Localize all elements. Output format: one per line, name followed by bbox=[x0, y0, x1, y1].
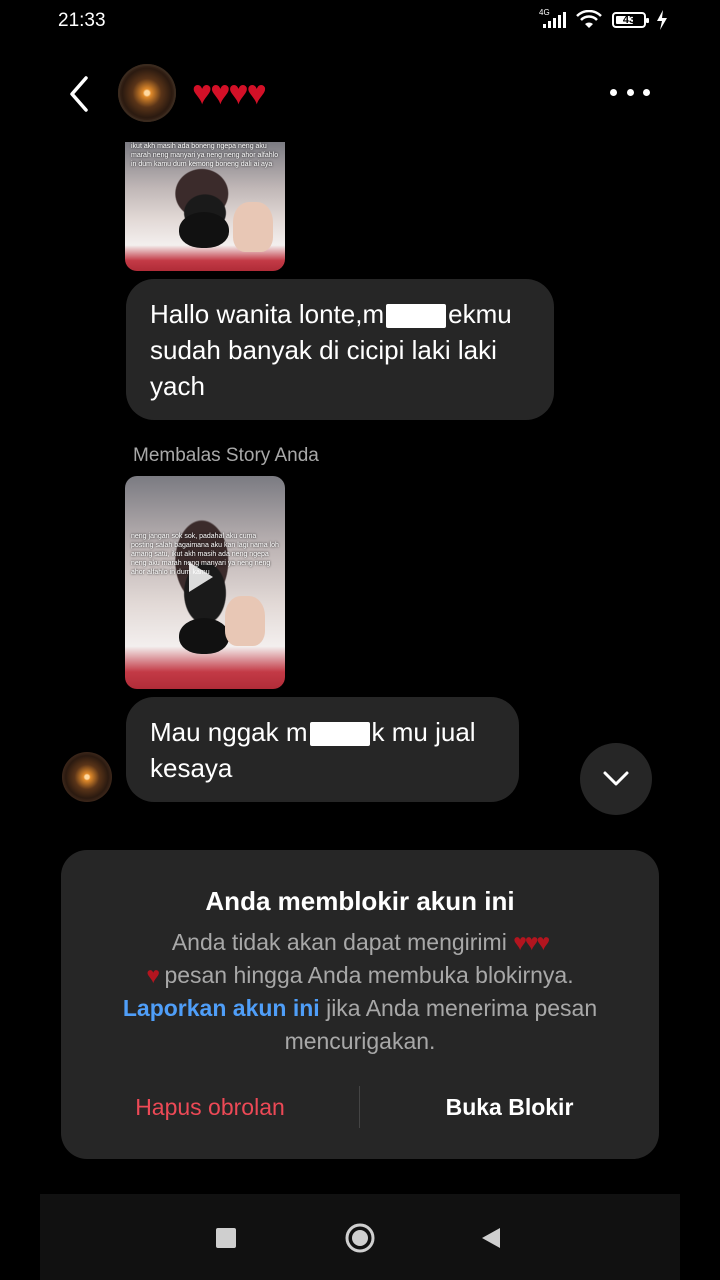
message-text: Mau nggak m bbox=[150, 717, 308, 747]
back-nav-button[interactable] bbox=[480, 1226, 502, 1250]
delete-chat-button[interactable]: Hapus obrolan bbox=[61, 1086, 359, 1128]
report-account-link[interactable]: Laporkan akun ini bbox=[123, 995, 320, 1021]
blocked-title: Anda memblokir akun ini bbox=[205, 886, 515, 916]
status-icons: 4G 43 bbox=[539, 8, 668, 30]
story-thumbnail[interactable]: neng jangan sok sok, padahal aku cuma po… bbox=[125, 476, 285, 689]
chevron-left-icon bbox=[70, 76, 88, 112]
back-button[interactable] bbox=[62, 72, 102, 116]
unblock-button[interactable]: Buka Blokir bbox=[360, 1086, 659, 1128]
censor-bar bbox=[309, 722, 370, 747]
heart-icon: ♥ bbox=[146, 962, 160, 988]
battery-icon: 43 bbox=[612, 12, 649, 28]
status-time: 21:33 bbox=[58, 10, 106, 31]
system-nav-bar bbox=[40, 1194, 680, 1280]
home-button[interactable] bbox=[344, 1222, 376, 1254]
story-hand bbox=[233, 202, 273, 252]
message-bubble[interactable]: Hallo wanita lonte,m ekmu sudah banyak di… bbox=[126, 279, 554, 420]
avatar[interactable] bbox=[118, 64, 176, 122]
story-hand bbox=[225, 596, 265, 646]
signal-icon: 4G bbox=[539, 8, 566, 28]
story-thumbnail[interactable]: ikut akh masih ada boneng ngepa neng aku… bbox=[125, 142, 285, 271]
reply-caption: Membalas Story Anda bbox=[133, 445, 319, 466]
charging-icon bbox=[657, 10, 667, 30]
blocked-panel: Anda memblokir akun ini Anda tidak akan … bbox=[61, 850, 659, 1159]
story-overlay-text: ikut akh masih ada boneng ngepa neng aku… bbox=[131, 143, 279, 168]
more-options-button[interactable] bbox=[610, 80, 650, 104]
scroll-down-button[interactable] bbox=[580, 743, 652, 815]
sender-avatar[interactable] bbox=[62, 752, 112, 802]
message-bubble[interactable]: Mau nggak mk mu jual kesaya bbox=[126, 697, 519, 802]
contact-name[interactable]: ♥♥♥♥ bbox=[192, 74, 267, 113]
dot-icon bbox=[610, 88, 617, 96]
chevron-down-icon bbox=[603, 771, 629, 786]
censor-bar bbox=[386, 304, 447, 329]
blocked-description: Anda tidak akan dapat mengirimi ♥♥♥ ♥ pe… bbox=[122, 929, 598, 1054]
heart-icon: ♥♥♥ bbox=[513, 929, 550, 955]
story-face-mask bbox=[179, 618, 229, 654]
message-text: Hallo wanita lonte,m bbox=[150, 299, 385, 329]
dot-icon bbox=[626, 88, 634, 96]
wifi-icon bbox=[576, 10, 602, 28]
story-face-mask bbox=[179, 212, 229, 248]
play-icon bbox=[189, 562, 213, 592]
recents-button[interactable] bbox=[216, 1228, 236, 1248]
dot-icon bbox=[643, 88, 650, 96]
